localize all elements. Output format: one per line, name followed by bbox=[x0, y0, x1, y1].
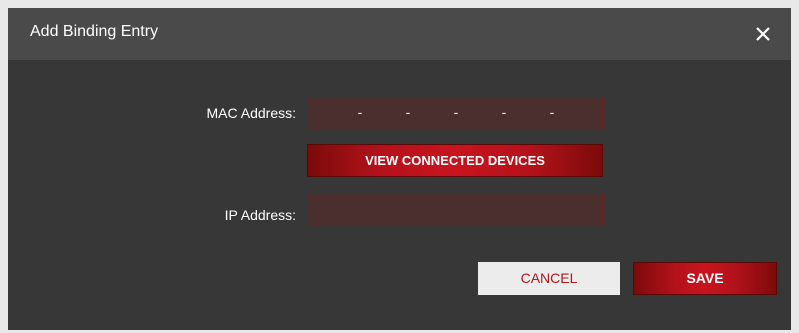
mac-separator: - bbox=[453, 104, 459, 120]
mac-separator: - bbox=[405, 104, 411, 120]
view-connected-devices-button[interactable]: VIEW CONNECTED DEVICES bbox=[307, 144, 603, 177]
add-binding-dialog: Add Binding Entry MAC Address: - - - - -… bbox=[8, 8, 791, 330]
close-icon bbox=[756, 27, 770, 41]
dialog-title: Add Binding Entry bbox=[30, 23, 159, 40]
mac-address-label: MAC Address: bbox=[206, 105, 296, 121]
ip-address-field[interactable] bbox=[307, 193, 603, 226]
save-button[interactable]: SAVE bbox=[633, 262, 777, 295]
cancel-button[interactable]: CANCEL bbox=[478, 262, 620, 295]
ip-address-label: IP Address: bbox=[224, 207, 296, 223]
close-button[interactable] bbox=[749, 20, 777, 48]
mac-separator: - bbox=[501, 104, 507, 120]
mac-address-field[interactable]: - - - - - bbox=[307, 97, 603, 130]
mac-separator: - bbox=[549, 104, 555, 120]
mac-separator: - bbox=[357, 104, 363, 120]
dialog-titlebar: Add Binding Entry bbox=[8, 8, 791, 60]
